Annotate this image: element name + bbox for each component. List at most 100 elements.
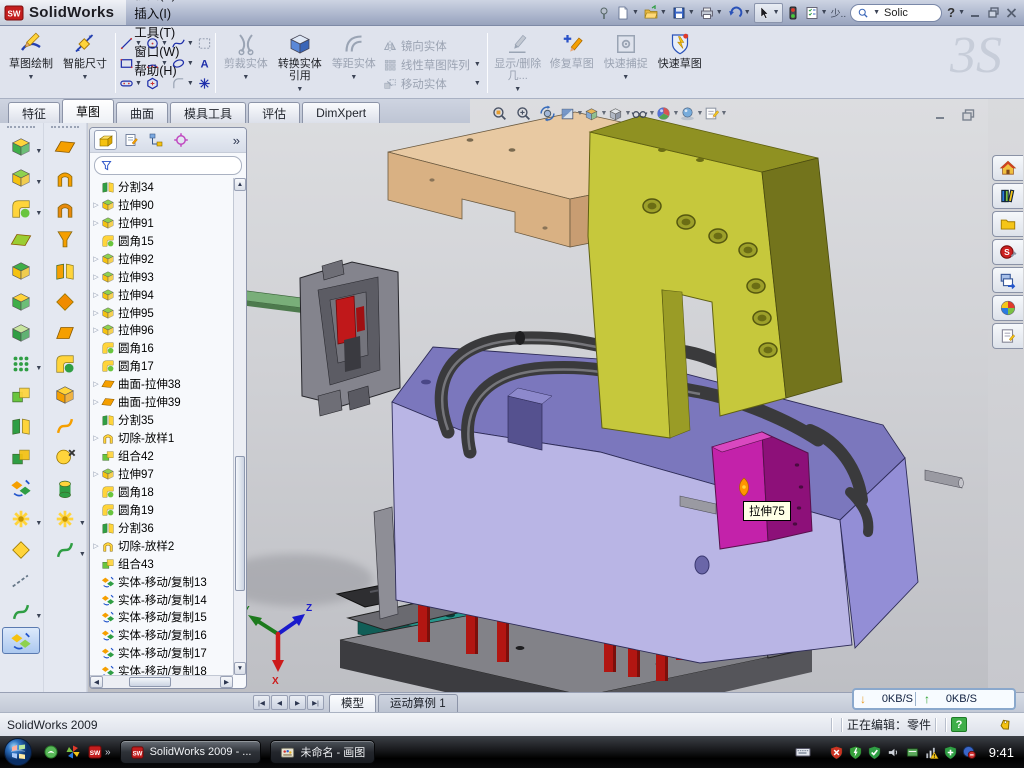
vcol1-item-6[interactable] xyxy=(2,317,40,348)
study-nav-button-1[interactable]: ◀ xyxy=(271,695,288,710)
tab-0[interactable]: 特征 xyxy=(8,102,60,123)
hud-section-button[interactable]: ▼ xyxy=(560,103,583,123)
minimize-button[interactable] xyxy=(967,5,984,20)
sketch-rect-button[interactable]: ▼ xyxy=(119,54,143,73)
toolbar-pattern9-button[interactable]: 线性草图阵列▼ xyxy=(383,55,482,74)
taskpane-tab-colorball[interactable] xyxy=(992,295,1023,321)
toolbar-offsetE-button[interactable]: 等距实体▼ xyxy=(327,29,381,93)
expander-icon[interactable]: ▷ xyxy=(91,291,101,299)
vcol2-item-9[interactable] xyxy=(46,410,84,441)
vcol2-item-6[interactable] xyxy=(46,317,84,348)
vcol1-item-9[interactable] xyxy=(2,410,40,441)
toolbar-trim-button[interactable]: 剪裁实体▼ xyxy=(219,29,273,93)
toolbar-overflow[interactable]: 少.. xyxy=(831,5,847,20)
tree-item[interactable]: 实体-移动/复制17 xyxy=(90,644,233,662)
vcol2-item-10[interactable] xyxy=(46,441,84,472)
sketch-point-button[interactable] xyxy=(197,74,212,93)
vcol2-item-5[interactable] xyxy=(46,286,84,317)
quick-options-button[interactable]: ▼ xyxy=(803,3,830,23)
quicklaunch-swcube[interactable]: SW xyxy=(87,744,103,760)
tree-item[interactable]: ▷ 拉伸94 xyxy=(90,286,233,304)
tray-icon-shield-1[interactable] xyxy=(848,745,863,760)
expander-icon[interactable]: ▷ xyxy=(91,273,101,281)
tree-item[interactable]: 实体-移动/复制15 xyxy=(90,609,233,627)
sketch-filletArc-button[interactable]: ▼ xyxy=(171,74,195,93)
toolbar-rapid-button[interactable]: 快速草图 xyxy=(653,29,707,93)
hud-scene-button[interactable]: ▼ xyxy=(680,103,703,123)
toolbar-movesq-button[interactable]: 移动实体▼ xyxy=(383,74,482,93)
tree-item[interactable]: 圆角19 xyxy=(90,501,233,519)
tray-icon-antenna-5[interactable]: ! xyxy=(924,745,939,760)
hud-rotate3d-button[interactable] xyxy=(536,103,559,123)
expander-icon[interactable]: ▷ xyxy=(91,380,101,388)
tree-item[interactable]: ▷ 拉伸97 xyxy=(90,465,233,483)
vcol2-item-8[interactable] xyxy=(46,379,84,410)
toolbar-snap-button[interactable]: 快速捕捉▼ xyxy=(599,29,653,93)
tray-icon-speaker-3[interactable] xyxy=(886,745,901,760)
manager-tabs-overflow[interactable]: » xyxy=(233,133,242,148)
tree-item[interactable]: ▷ 曲面-拉伸39 xyxy=(90,393,233,411)
tree-item[interactable]: 分割34 xyxy=(90,178,233,196)
tree-item[interactable]: 圆角18 xyxy=(90,483,233,501)
search-input[interactable]: Solic xyxy=(884,7,908,19)
expander-icon[interactable]: ▷ xyxy=(91,219,101,227)
vcol1-item-0[interactable]: ▼ xyxy=(2,131,40,162)
taskpane-tab-home[interactable] xyxy=(992,155,1023,181)
manager-tab-crosshair[interactable] xyxy=(169,130,192,150)
toolbar-dim-button[interactable]: 智能尺寸▼ xyxy=(58,29,112,93)
quick-newdoc-button[interactable]: ▼ xyxy=(614,3,641,23)
tree-item[interactable]: 分割35 xyxy=(90,411,233,429)
toolbar-repair-button[interactable]: 修复草图 xyxy=(545,29,599,93)
scroll-right-button[interactable]: ▶ xyxy=(220,676,233,688)
taskbar-window-0[interactable]: SWSolidWorks 2009 - ... xyxy=(120,740,262,764)
tree-item[interactable]: ▷ 切除-放样1 xyxy=(90,429,233,447)
vcol1-item-11[interactable] xyxy=(2,472,40,503)
tree-item[interactable]: ▷ 曲面-拉伸38 xyxy=(90,375,233,393)
taskpane-tab-folder2[interactable] xyxy=(992,211,1023,237)
expander-icon[interactable]: ▷ xyxy=(91,398,101,406)
expander-icon[interactable]: ▷ xyxy=(91,201,101,209)
toolbar-sketch-button[interactable]: 草图绘制▼ xyxy=(4,29,58,93)
hud-displaystyle-button[interactable]: ▼ xyxy=(608,103,631,123)
tree-item[interactable]: 组合42 xyxy=(90,447,233,465)
tree-item[interactable]: ▷ 拉伸93 xyxy=(90,268,233,286)
vcol1-item-16[interactable] xyxy=(2,627,40,654)
vcol1-item-15[interactable]: ▼ xyxy=(2,596,40,627)
tree-item[interactable]: ▷ 拉伸96 xyxy=(90,322,233,340)
vcol2-item-3[interactable] xyxy=(46,224,84,255)
expander-icon[interactable]: ▷ xyxy=(91,255,101,263)
sketch-slot-button[interactable]: ▼ xyxy=(119,74,143,93)
tab-3[interactable]: 模具工具 xyxy=(170,102,246,123)
study-tab-1[interactable]: 运动算例 1 xyxy=(378,694,458,712)
quick-print-button[interactable]: ▼ xyxy=(698,3,725,23)
quicklaunch-msn[interactable] xyxy=(43,744,59,760)
scroll-left-button[interactable]: ◀ xyxy=(90,676,103,688)
tree-item[interactable]: ▷ 切除-放样2 xyxy=(90,537,233,555)
manager-tab-featmgr[interactable] xyxy=(94,130,117,150)
tray-icon-ball2-7[interactable] xyxy=(962,745,977,760)
hud-sketchs-button[interactable]: ▼ xyxy=(704,103,727,123)
search-box[interactable]: ▼Solic xyxy=(850,4,942,22)
tray-icon-shield-6[interactable] xyxy=(943,745,958,760)
tree-horizontal-scrollbar[interactable]: ◀ ▶ xyxy=(90,675,233,688)
doc-restore-button[interactable] xyxy=(960,108,976,121)
hud-magzoom-button[interactable] xyxy=(512,103,535,123)
vcol1-item-12[interactable]: ▼ xyxy=(2,503,40,534)
taskpane-tab-swres[interactable]: S xyxy=(992,239,1023,265)
tab-2[interactable]: 曲面 xyxy=(116,102,168,123)
sketch-spline-button[interactable]: ▼ xyxy=(171,34,195,53)
scroll-down-button[interactable]: ▼ xyxy=(234,662,246,675)
menu-item-3[interactable]: 插入(I) xyxy=(126,3,187,22)
tree-item[interactable]: 圆角16 xyxy=(90,339,233,357)
tree-vertical-scrollbar[interactable]: ▲ ▼ xyxy=(233,178,246,675)
vcol2-item-0[interactable] xyxy=(46,131,84,162)
tree-item[interactable]: 组合43 xyxy=(90,555,233,573)
toolbar-drag-handle[interactable] xyxy=(7,126,35,128)
quick-pin-button[interactable] xyxy=(595,3,613,23)
vcol1-item-4[interactable] xyxy=(2,255,40,286)
hud-vieworient-button[interactable]: ▼ xyxy=(584,103,607,123)
tray-keyboard-icon[interactable] xyxy=(795,744,811,760)
vcol1-item-10[interactable] xyxy=(2,441,40,472)
tree-item[interactable]: 圆角17 xyxy=(90,357,233,375)
sketch-dashrect-button[interactable] xyxy=(197,34,212,53)
